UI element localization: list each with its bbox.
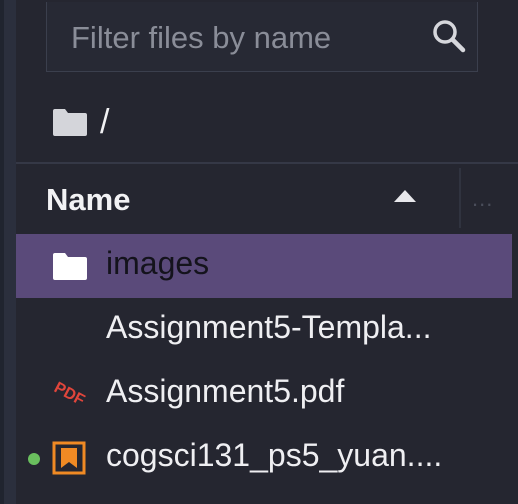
file-row-cogsci131-notebook[interactable]: cogsci131_ps5_yuan.... (16, 426, 512, 490)
file-row-assignment5-pdf[interactable]: PDF Assignment5.pdf (16, 362, 512, 426)
search-icon[interactable] (431, 18, 467, 54)
file-browser-panel: / Name ... images Assignment5-Templa... … (16, 0, 518, 504)
file-row-assignment5-template[interactable]: Assignment5-Templa... (16, 298, 512, 362)
gutter-accent (0, 0, 4, 504)
column-separator[interactable] (459, 168, 461, 228)
file-name: images (106, 245, 210, 281)
column-more-indicator: ... (472, 186, 494, 211)
file-name: cogsci131_ps5_yuan.... (106, 437, 443, 473)
file-row-images[interactable]: images (16, 234, 512, 298)
sort-ascending-icon[interactable] (394, 190, 416, 202)
svg-text:PDF: PDF (51, 379, 87, 409)
pdf-icon: PDF (51, 379, 87, 409)
running-indicator (28, 453, 40, 465)
name-column-header[interactable]: Name (46, 182, 130, 218)
left-gutter (0, 0, 16, 504)
breadcrumb: / (52, 96, 109, 148)
search-box[interactable] (46, 2, 478, 72)
breadcrumb-root[interactable]: / (100, 103, 109, 142)
notebook-icon (52, 441, 86, 475)
folder-icon[interactable] (52, 107, 88, 137)
search-input[interactable] (69, 14, 413, 62)
file-name: Assignment5.pdf (106, 373, 345, 409)
folder-icon (53, 253, 87, 280)
column-header: Name ... (16, 164, 518, 232)
file-name: Assignment5-Templa... (106, 309, 432, 345)
file-list: images Assignment5-Templa... PDF Assignm… (16, 234, 518, 490)
